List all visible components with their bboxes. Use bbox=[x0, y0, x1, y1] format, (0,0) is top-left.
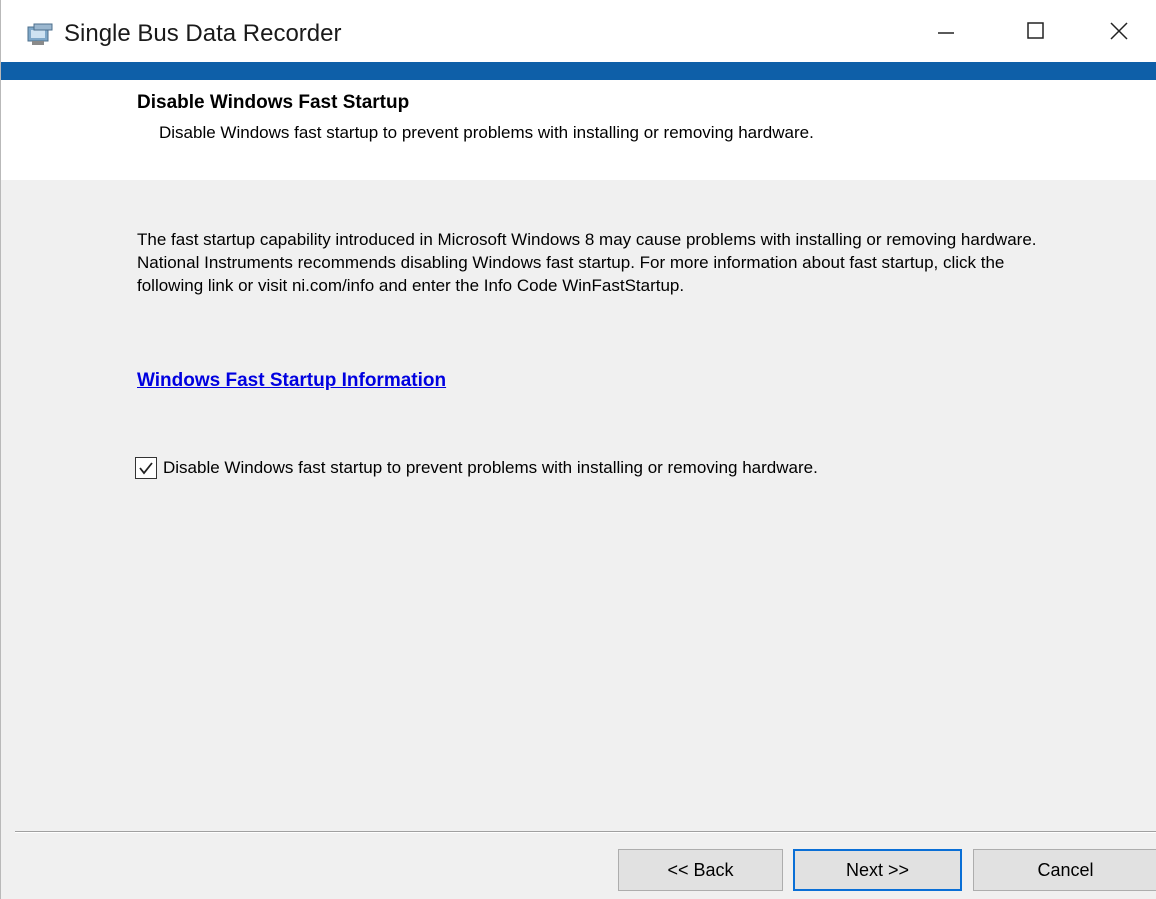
maximize-button[interactable] bbox=[991, 0, 1081, 62]
checkbox-label: Disable Windows fast startup to prevent … bbox=[163, 458, 818, 477]
cancel-button[interactable]: Cancel bbox=[973, 849, 1156, 891]
close-icon bbox=[1110, 22, 1128, 40]
installer-window: Single Bus Data Recorder Disable Windows… bbox=[0, 0, 1156, 899]
back-button[interactable]: << Back bbox=[618, 849, 783, 891]
accent-bar bbox=[1, 62, 1156, 80]
minimize-button[interactable] bbox=[901, 0, 991, 62]
description-text: The fast startup capability introduced i… bbox=[137, 230, 1037, 295]
wizard-header: Disable Windows Fast Startup Disable Win… bbox=[1, 80, 1156, 180]
next-button[interactable]: Next >> bbox=[793, 849, 962, 891]
disable-fast-startup-checkbox[interactable] bbox=[135, 457, 157, 479]
maximize-icon bbox=[1027, 22, 1044, 39]
page-subtitle: Disable Windows fast startup to prevent … bbox=[159, 123, 814, 142]
minimize-icon bbox=[938, 32, 954, 34]
page-title: Disable Windows Fast Startup bbox=[137, 92, 410, 113]
title-bar: Single Bus Data Recorder bbox=[1, 0, 1156, 62]
footer-divider bbox=[15, 831, 1156, 833]
app-icon bbox=[27, 23, 53, 45]
disable-fast-startup-option[interactable]: Disable Windows fast startup to prevent … bbox=[135, 457, 818, 479]
window-title: Single Bus Data Recorder bbox=[64, 20, 342, 47]
checkmark-icon bbox=[139, 462, 153, 475]
fast-startup-info-link[interactable]: Windows Fast Startup Information bbox=[137, 370, 446, 392]
close-button[interactable] bbox=[1081, 0, 1156, 62]
